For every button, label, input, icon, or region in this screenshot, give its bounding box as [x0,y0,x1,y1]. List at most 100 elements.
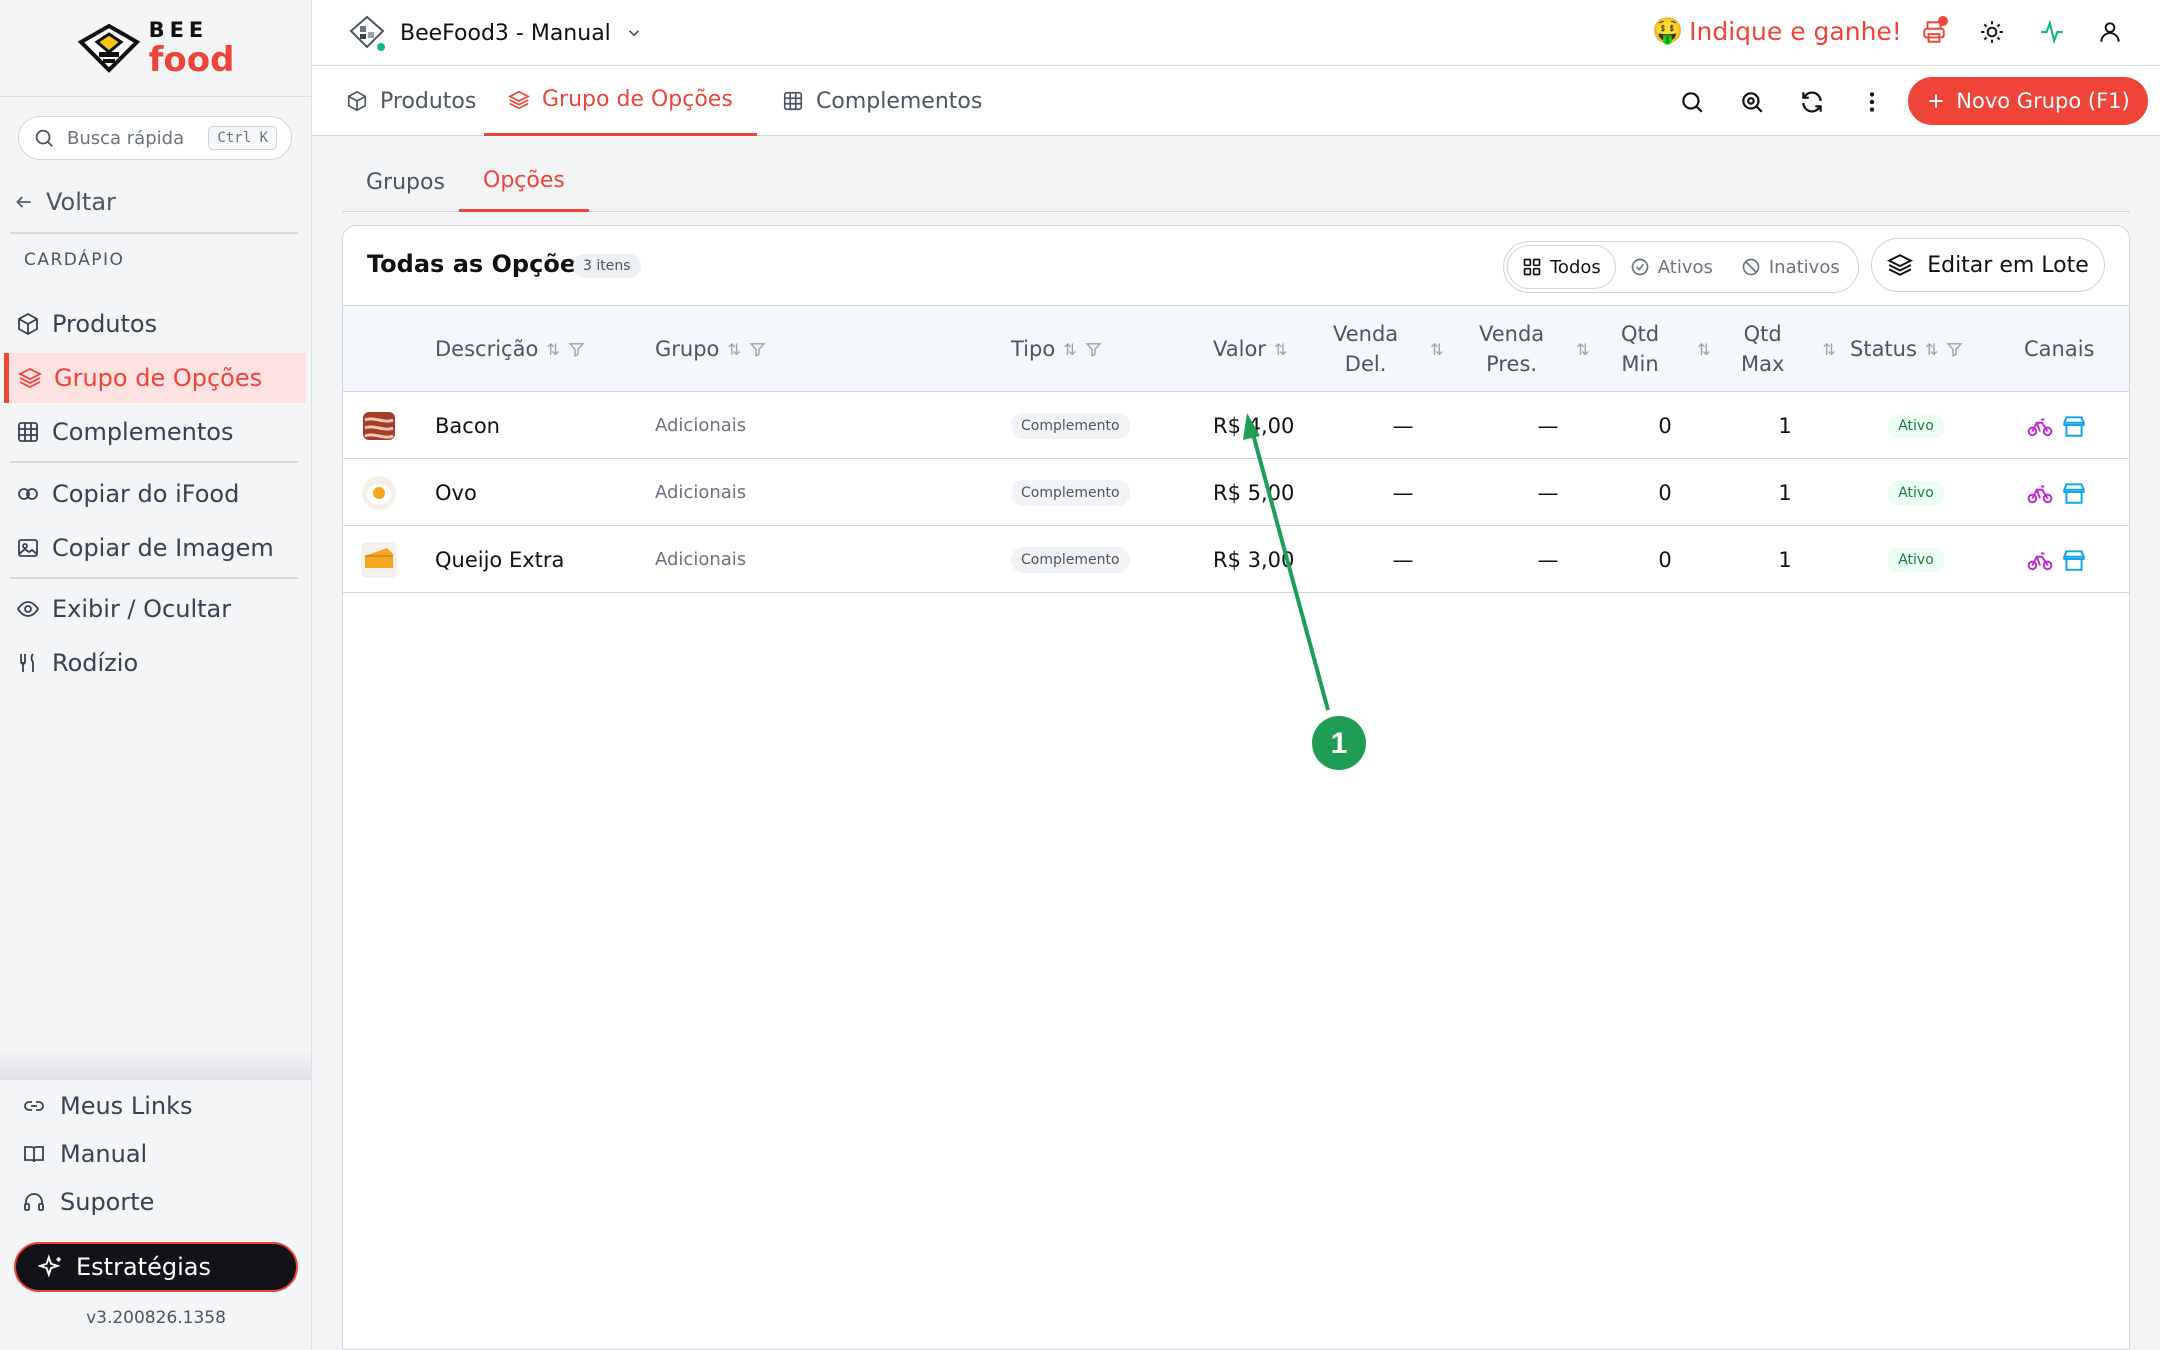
sort-icon[interactable]: ⇅ [1925,340,1938,359]
filter-ativos[interactable]: Ativos [1616,245,1727,289]
logo-bee-text: BEE [148,17,209,42]
col-label: Tipo [1011,337,1056,361]
col-tipo[interactable]: Tipo ⇅ [1011,306,1102,392]
sidebar-item-label: Suporte [60,1188,155,1216]
tab-complementos[interactable]: Complementos [758,66,1006,136]
cell-qtd-min: 0 [1658,547,1672,572]
link-icon [24,1101,44,1111]
store-avatar [348,14,387,53]
more-options-button[interactable] [1856,86,1888,118]
search-placeholder: Busca rápida [67,127,185,149]
back-label: Voltar [46,188,116,216]
sidebar-item-copiar-imagem[interactable]: Copiar de Imagem [4,523,306,573]
filter-icon[interactable] [1085,341,1102,358]
col-status[interactable]: Status ⇅ [1850,306,1963,392]
sort-icon[interactable]: ⇅ [1697,340,1710,359]
refresh-button[interactable] [1796,86,1828,118]
bike-delivery-icon[interactable] [2027,547,2053,573]
filter-todos[interactable]: Todos [1507,245,1616,289]
col-venda-del[interactable]: Venda Del. ⇅ [1333,306,1444,392]
bike-delivery-icon[interactable] [2027,413,2053,439]
top-bar: BeeFood3 - Manual 🤑 Indique e ganhe! [312,0,2160,66]
col-venda-pres[interactable]: Venda Pres. ⇅ [1479,306,1590,392]
sidebar-item-meus-links[interactable]: Meus Links [22,1092,192,1120]
brand-logo[interactable]: BEE food [0,0,311,97]
new-group-button[interactable]: Novo Grupo (F1) [1908,77,2148,125]
filter-inativos[interactable]: Inativos [1727,245,1854,289]
strategies-button[interactable]: Estratégias [14,1242,298,1292]
search-icon [1682,92,1703,113]
store-icon[interactable] [2061,480,2087,506]
channels [2027,392,2095,459]
sort-icon[interactable]: ⇅ [1576,340,1589,359]
store-name: BeeFood3 - Manual [400,20,611,46]
bike-delivery-icon[interactable] [2027,480,2053,506]
printer-button[interactable] [1918,16,1950,48]
filter-icon[interactable] [749,341,766,358]
sidebar-item-rodizio[interactable]: Rodízio [4,638,306,688]
store-icon[interactable] [2061,413,2087,439]
quick-search[interactable]: Busca rápida Ctrl K [18,116,292,160]
sidebar-item-complementos[interactable]: Complementos [4,407,306,457]
sidebar-item-suporte[interactable]: Suporte [22,1188,154,1216]
sort-icon[interactable]: ⇅ [1274,340,1287,359]
table-header: Descrição ⇅ Grupo ⇅ Tipo ⇅ Valor ⇅ Venda… [343,306,2129,392]
tab-grupo-de-opcoes[interactable]: Grupo de Opções [484,66,757,136]
table-row[interactable]: Ovo Adicionais Complemento R$ 5,00 — — 0… [343,459,2129,526]
sidebar-item-label: Copiar de Imagem [52,534,274,562]
sidebar-item-exibir-ocultar[interactable]: Exibir / Ocultar [4,584,306,634]
sidebar-item-produtos[interactable]: Produtos [4,299,306,349]
col-grupo[interactable]: Grupo ⇅ [655,306,766,392]
store-icon[interactable] [2061,547,2087,573]
referral-link[interactable]: 🤑 Indique e ganhe! [1652,16,1902,46]
zoom-icon [1742,92,1763,113]
filter-icon[interactable] [568,341,585,358]
filter-icon[interactable] [1946,341,1963,358]
sidebar-item-label: Manual [60,1140,148,1168]
sort-icon[interactable]: ⇅ [1063,340,1076,359]
col-canais: Canais [2024,306,2095,392]
item-thumbnail [359,392,399,459]
theme-toggle-button[interactable] [1976,16,2008,48]
col-descricao[interactable]: Descrição ⇅ [435,306,585,392]
bacon-image [363,411,395,440]
col-qtd-max[interactable]: Qtd Max ⇅ [1741,306,1836,392]
cell-qtd-max: 1 [1778,413,1792,438]
store-selector[interactable]: BeeFood3 - Manual [348,14,643,53]
box-icon [347,90,367,112]
money-face-icon: 🤑 [1652,16,1684,45]
sidebar-item-label: Complementos [52,418,234,446]
subtab-opcoes[interactable]: Opções [459,152,589,212]
subtab-label: Grupos [366,169,445,195]
back-link[interactable]: Voltar [14,188,116,216]
sidebar-item-manual[interactable]: Manual [22,1140,147,1168]
batch-edit-button[interactable]: Editar em Lote [1871,238,2105,292]
subtab-grupos[interactable]: Grupos [342,152,469,212]
item-thumbnail [359,459,399,526]
cell-qtd-min: 0 [1658,480,1672,505]
table-row[interactable]: Bacon Adicionais Complemento R$ 4,00 — —… [343,392,2129,459]
activity-button[interactable] [2036,16,2068,48]
col-valor[interactable]: Valor ⇅ [1213,306,1287,392]
user-button[interactable] [2094,16,2126,48]
col-qtd-min[interactable]: Qtd Min ⇅ [1621,306,1711,392]
search-button[interactable] [1676,86,1708,118]
sort-icon[interactable]: ⇅ [727,340,740,359]
sidebar-item-copiar-ifood[interactable]: Copiar do iFood [4,469,306,519]
layers-icon [508,90,530,109]
sidebar-item-grupo-de-opcoes[interactable]: Grupo de Opções [4,353,306,403]
zoom-button[interactable] [1736,86,1768,118]
sort-icon[interactable]: ⇅ [1822,340,1835,359]
sort-icon[interactable]: ⇅ [1430,340,1443,359]
sidebar-item-label: Grupo de Opções [54,364,263,392]
status-badge: Ativo [1888,547,1944,572]
sidebar-item-label: Meus Links [60,1092,193,1120]
status-badge: Ativo [1888,413,1944,438]
tab-produtos[interactable]: Produtos [322,66,500,136]
table-row[interactable]: Queijo Extra Adicionais Complemento R$ 3… [343,526,2129,593]
col-label: Grupo [655,337,720,361]
sort-icon[interactable]: ⇅ [546,340,559,359]
cell-venda-pres: — [1537,413,1559,438]
cell-descricao: Bacon [435,413,500,438]
cell-venda-del: — [1392,547,1414,572]
